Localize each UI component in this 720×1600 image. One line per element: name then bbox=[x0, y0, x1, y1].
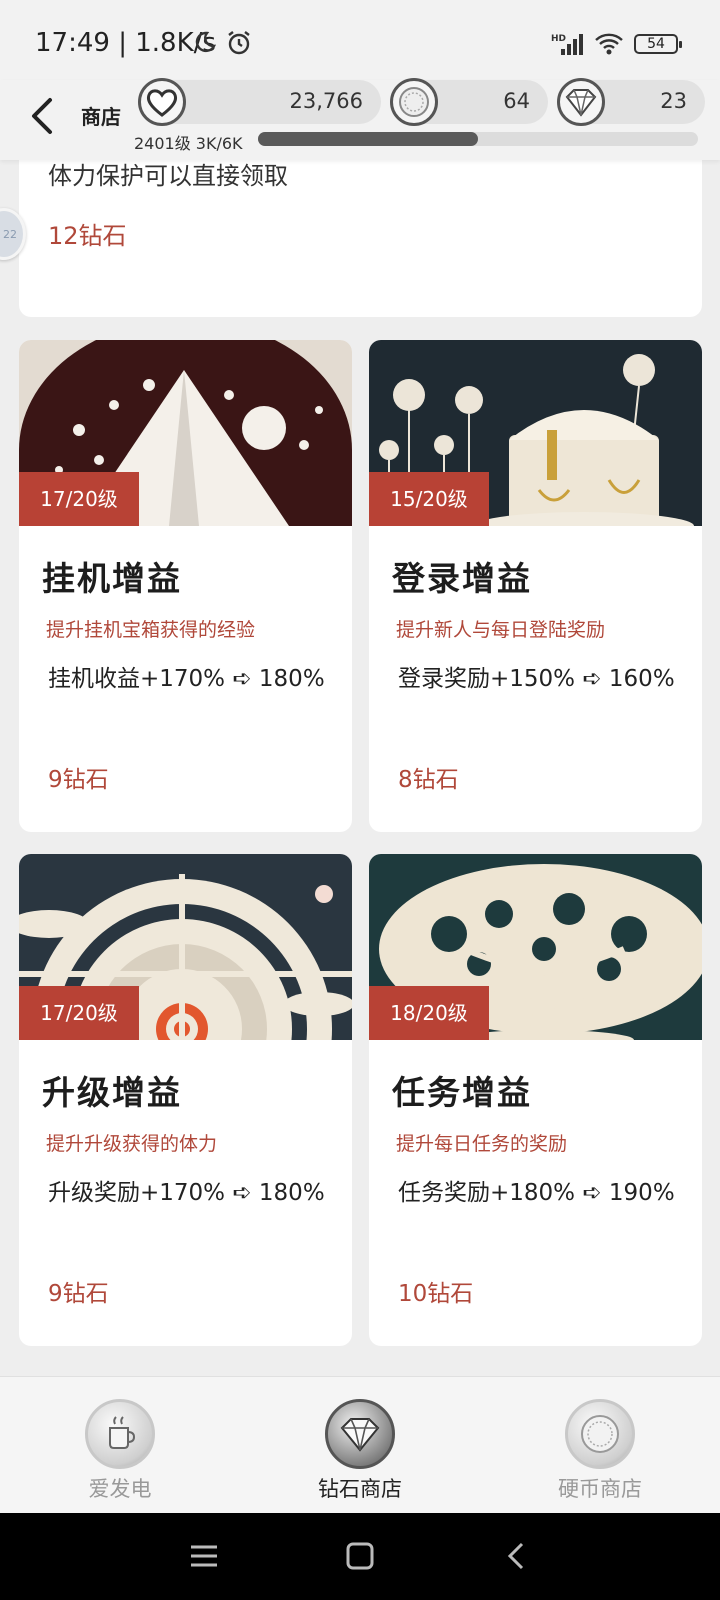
item-subtitle: 提升每日任务的奖励 bbox=[396, 1133, 568, 1155]
shop-item-card-partial[interactable]: 体力保护可以直接领取 12钻石 bbox=[19, 150, 702, 317]
home-icon[interactable] bbox=[343, 1539, 377, 1573]
tab-coin-shop[interactable]: 硬币商店 bbox=[520, 1377, 680, 1514]
item-name: 登录增益 bbox=[392, 559, 532, 598]
coin-icon bbox=[390, 78, 438, 126]
diamond-balance[interactable]: 23 bbox=[557, 78, 705, 126]
page-title: 商店 bbox=[81, 105, 121, 129]
diamond-icon bbox=[557, 78, 605, 126]
level-progress-fill bbox=[258, 132, 478, 146]
item-name: 升级增益 bbox=[42, 1073, 182, 1112]
item-price: 12钻石 bbox=[48, 222, 127, 250]
level-badge: 17/20级 bbox=[19, 472, 139, 526]
heart-balance[interactable]: 23,766 bbox=[138, 78, 381, 126]
cup-icon bbox=[85, 1399, 155, 1469]
item-cost[interactable]: 9钻石 bbox=[48, 1274, 109, 1308]
level-badge: 18/20级 bbox=[369, 986, 489, 1040]
item-effect: 登录奖励+150% ➪ 160% bbox=[398, 666, 675, 692]
coin-icon bbox=[565, 1399, 635, 1469]
shop-item-card[interactable]: 17/20级 升级增益 提升升级获得的体力 升级奖励+170% ➪ 180% 9… bbox=[19, 854, 352, 1346]
diamond-value: 23 bbox=[660, 89, 687, 113]
item-subtitle: 提升挂机宝箱获得的经验 bbox=[46, 619, 256, 641]
item-cost[interactable]: 8钻石 bbox=[398, 760, 459, 794]
item-name: 任务增益 bbox=[392, 1073, 532, 1112]
shop-item-card[interactable]: 18/20级 任务增益 提升每日任务的奖励 任务奖励+180% ➪ 190% 1… bbox=[369, 854, 702, 1346]
svg-text:HD: HD bbox=[551, 34, 566, 44]
system-navigation-bar bbox=[0, 1513, 720, 1600]
item-subtitle: 提升升级获得的体力 bbox=[46, 1133, 218, 1155]
item-description: 体力保护可以直接领取 bbox=[48, 162, 288, 190]
paper-mountain-image: 17/20级 bbox=[19, 340, 352, 526]
battery-icon: 54 bbox=[634, 34, 682, 54]
item-cost[interactable]: 10钻石 bbox=[398, 1274, 473, 1308]
status-bar: 17:49 | 1.8K/s HD 54 bbox=[0, 0, 720, 80]
paper-target-image: 17/20级 bbox=[19, 854, 352, 1040]
status-time: 17:49 | 1.8K/s bbox=[35, 28, 216, 58]
app-header: 商店 23,766 64 23 2401级 3K/6K bbox=[0, 78, 720, 160]
item-name: 挂机增益 bbox=[42, 559, 182, 598]
level-badge: 17/20级 bbox=[19, 986, 139, 1040]
shop-item-card[interactable]: 15/20级 登录增益 提升新人与每日登陆奖励 登录奖励+150% ➪ 160%… bbox=[369, 340, 702, 832]
paper-tree-image: 18/20级 bbox=[369, 854, 702, 1040]
heart-icon bbox=[138, 78, 186, 126]
paper-chest-image: 15/20级 bbox=[369, 340, 702, 526]
coin-value: 64 bbox=[503, 89, 530, 113]
back-icon[interactable] bbox=[500, 1539, 534, 1573]
item-effect: 升级奖励+170% ➪ 180% bbox=[48, 1180, 325, 1206]
level-text: 2401级 3K/6K bbox=[134, 134, 243, 153]
heart-value: 23,766 bbox=[289, 89, 363, 113]
item-subtitle: 提升新人与每日登陆奖励 bbox=[396, 619, 606, 641]
bottom-navigation: 爱发电 钻石商店 硬币商店 bbox=[0, 1376, 720, 1513]
menu-icon[interactable] bbox=[187, 1539, 221, 1573]
tab-aifadian[interactable]: 爱发电 bbox=[40, 1377, 200, 1514]
item-effect: 任务奖励+180% ➪ 190% bbox=[398, 1180, 675, 1206]
coin-balance[interactable]: 64 bbox=[390, 78, 548, 126]
moon-icon bbox=[195, 31, 216, 53]
diamond-icon bbox=[325, 1399, 395, 1469]
item-cost[interactable]: 9钻石 bbox=[48, 760, 109, 794]
signal-icon: HD bbox=[551, 34, 583, 55]
tab-diamond-shop[interactable]: 钻石商店 bbox=[280, 1377, 440, 1514]
alarm-icon bbox=[228, 31, 250, 55]
tab-label: 爱发电 bbox=[88, 1477, 152, 1501]
tab-label: 硬币商店 bbox=[558, 1477, 642, 1501]
tab-label: 钻石商店 bbox=[318, 1477, 402, 1501]
back-arrow-icon[interactable] bbox=[26, 96, 60, 136]
shop-item-card[interactable]: 17/20级 挂机增益 提升挂机宝箱获得的经验 挂机收益+170% ➪ 180%… bbox=[19, 340, 352, 832]
level-badge: 15/20级 bbox=[369, 472, 489, 526]
wifi-icon bbox=[595, 33, 623, 55]
item-effect: 挂机收益+170% ➪ 180% bbox=[48, 666, 325, 692]
level-progress-bar bbox=[258, 132, 698, 146]
